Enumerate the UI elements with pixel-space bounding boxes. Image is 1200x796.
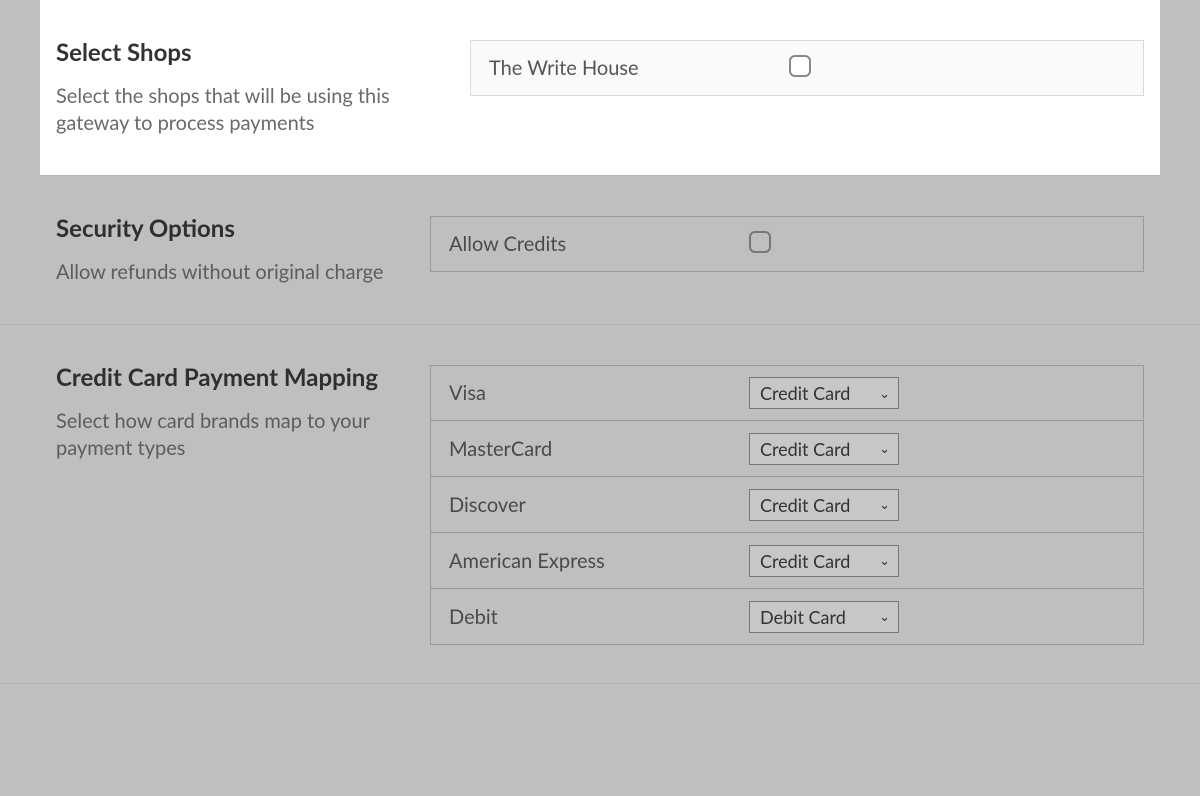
mapping-select-debit[interactable]: Debit Card ⌄ xyxy=(749,601,899,633)
chevron-down-icon: ⌄ xyxy=(879,552,890,569)
mapping-select-value: Credit Card xyxy=(760,550,850,572)
mapping-select-mastercard[interactable]: Credit Card ⌄ xyxy=(749,433,899,465)
mapping-select-discover[interactable]: Credit Card ⌄ xyxy=(749,489,899,521)
chevron-down-icon: ⌄ xyxy=(879,385,890,402)
chevron-down-icon: ⌄ xyxy=(879,440,890,457)
shop-row-label: The Write House xyxy=(489,56,789,80)
security-title: Security Options xyxy=(56,214,400,243)
security-row-label: Allow Credits xyxy=(449,232,749,256)
mapping-select-value: Credit Card xyxy=(760,438,850,460)
mapping-label-amex: American Express xyxy=(449,549,749,573)
section-select-shops: Select Shops Select the shops that will … xyxy=(40,0,1160,176)
section-cc-mapping: Credit Card Payment Mapping Select how c… xyxy=(0,325,1200,684)
mapping-title: Credit Card Payment Mapping xyxy=(56,363,400,392)
mapping-select-visa[interactable]: Credit Card ⌄ xyxy=(749,377,899,409)
security-desc: Allow refunds without original charge xyxy=(56,259,400,286)
mapping-label-visa: Visa xyxy=(449,381,749,405)
allow-credits-checkbox[interactable] xyxy=(749,231,771,253)
mapping-label-mastercard: MasterCard xyxy=(449,437,749,461)
mapping-select-value: Credit Card xyxy=(760,494,850,516)
select-shops-title: Select Shops xyxy=(56,38,440,67)
mapping-row-visa: Visa Credit Card ⌄ xyxy=(430,365,1144,421)
shop-checkbox[interactable] xyxy=(789,55,811,77)
mapping-select-value: Credit Card xyxy=(760,382,850,404)
mapping-desc: Select how card brands map to your payme… xyxy=(56,408,400,462)
select-shops-desc: Select the shops that will be using this… xyxy=(56,83,440,137)
shop-row-the-write-house[interactable]: The Write House xyxy=(470,40,1144,96)
mapping-label-debit: Debit xyxy=(449,605,749,629)
mapping-select-amex[interactable]: Credit Card ⌄ xyxy=(749,545,899,577)
mapping-row-discover: Discover Credit Card ⌄ xyxy=(430,477,1144,533)
section-security-options: Security Options Allow refunds without o… xyxy=(0,176,1200,325)
mapping-label-discover: Discover xyxy=(449,493,749,517)
chevron-down-icon: ⌄ xyxy=(879,608,890,625)
mapping-select-value: Debit Card xyxy=(760,606,846,628)
mapping-row-mastercard: MasterCard Credit Card ⌄ xyxy=(430,421,1144,477)
mapping-row-amex: American Express Credit Card ⌄ xyxy=(430,533,1144,589)
mapping-row-debit: Debit Debit Card ⌄ xyxy=(430,589,1144,645)
chevron-down-icon: ⌄ xyxy=(879,496,890,513)
security-row-allow-credits[interactable]: Allow Credits xyxy=(430,216,1144,272)
